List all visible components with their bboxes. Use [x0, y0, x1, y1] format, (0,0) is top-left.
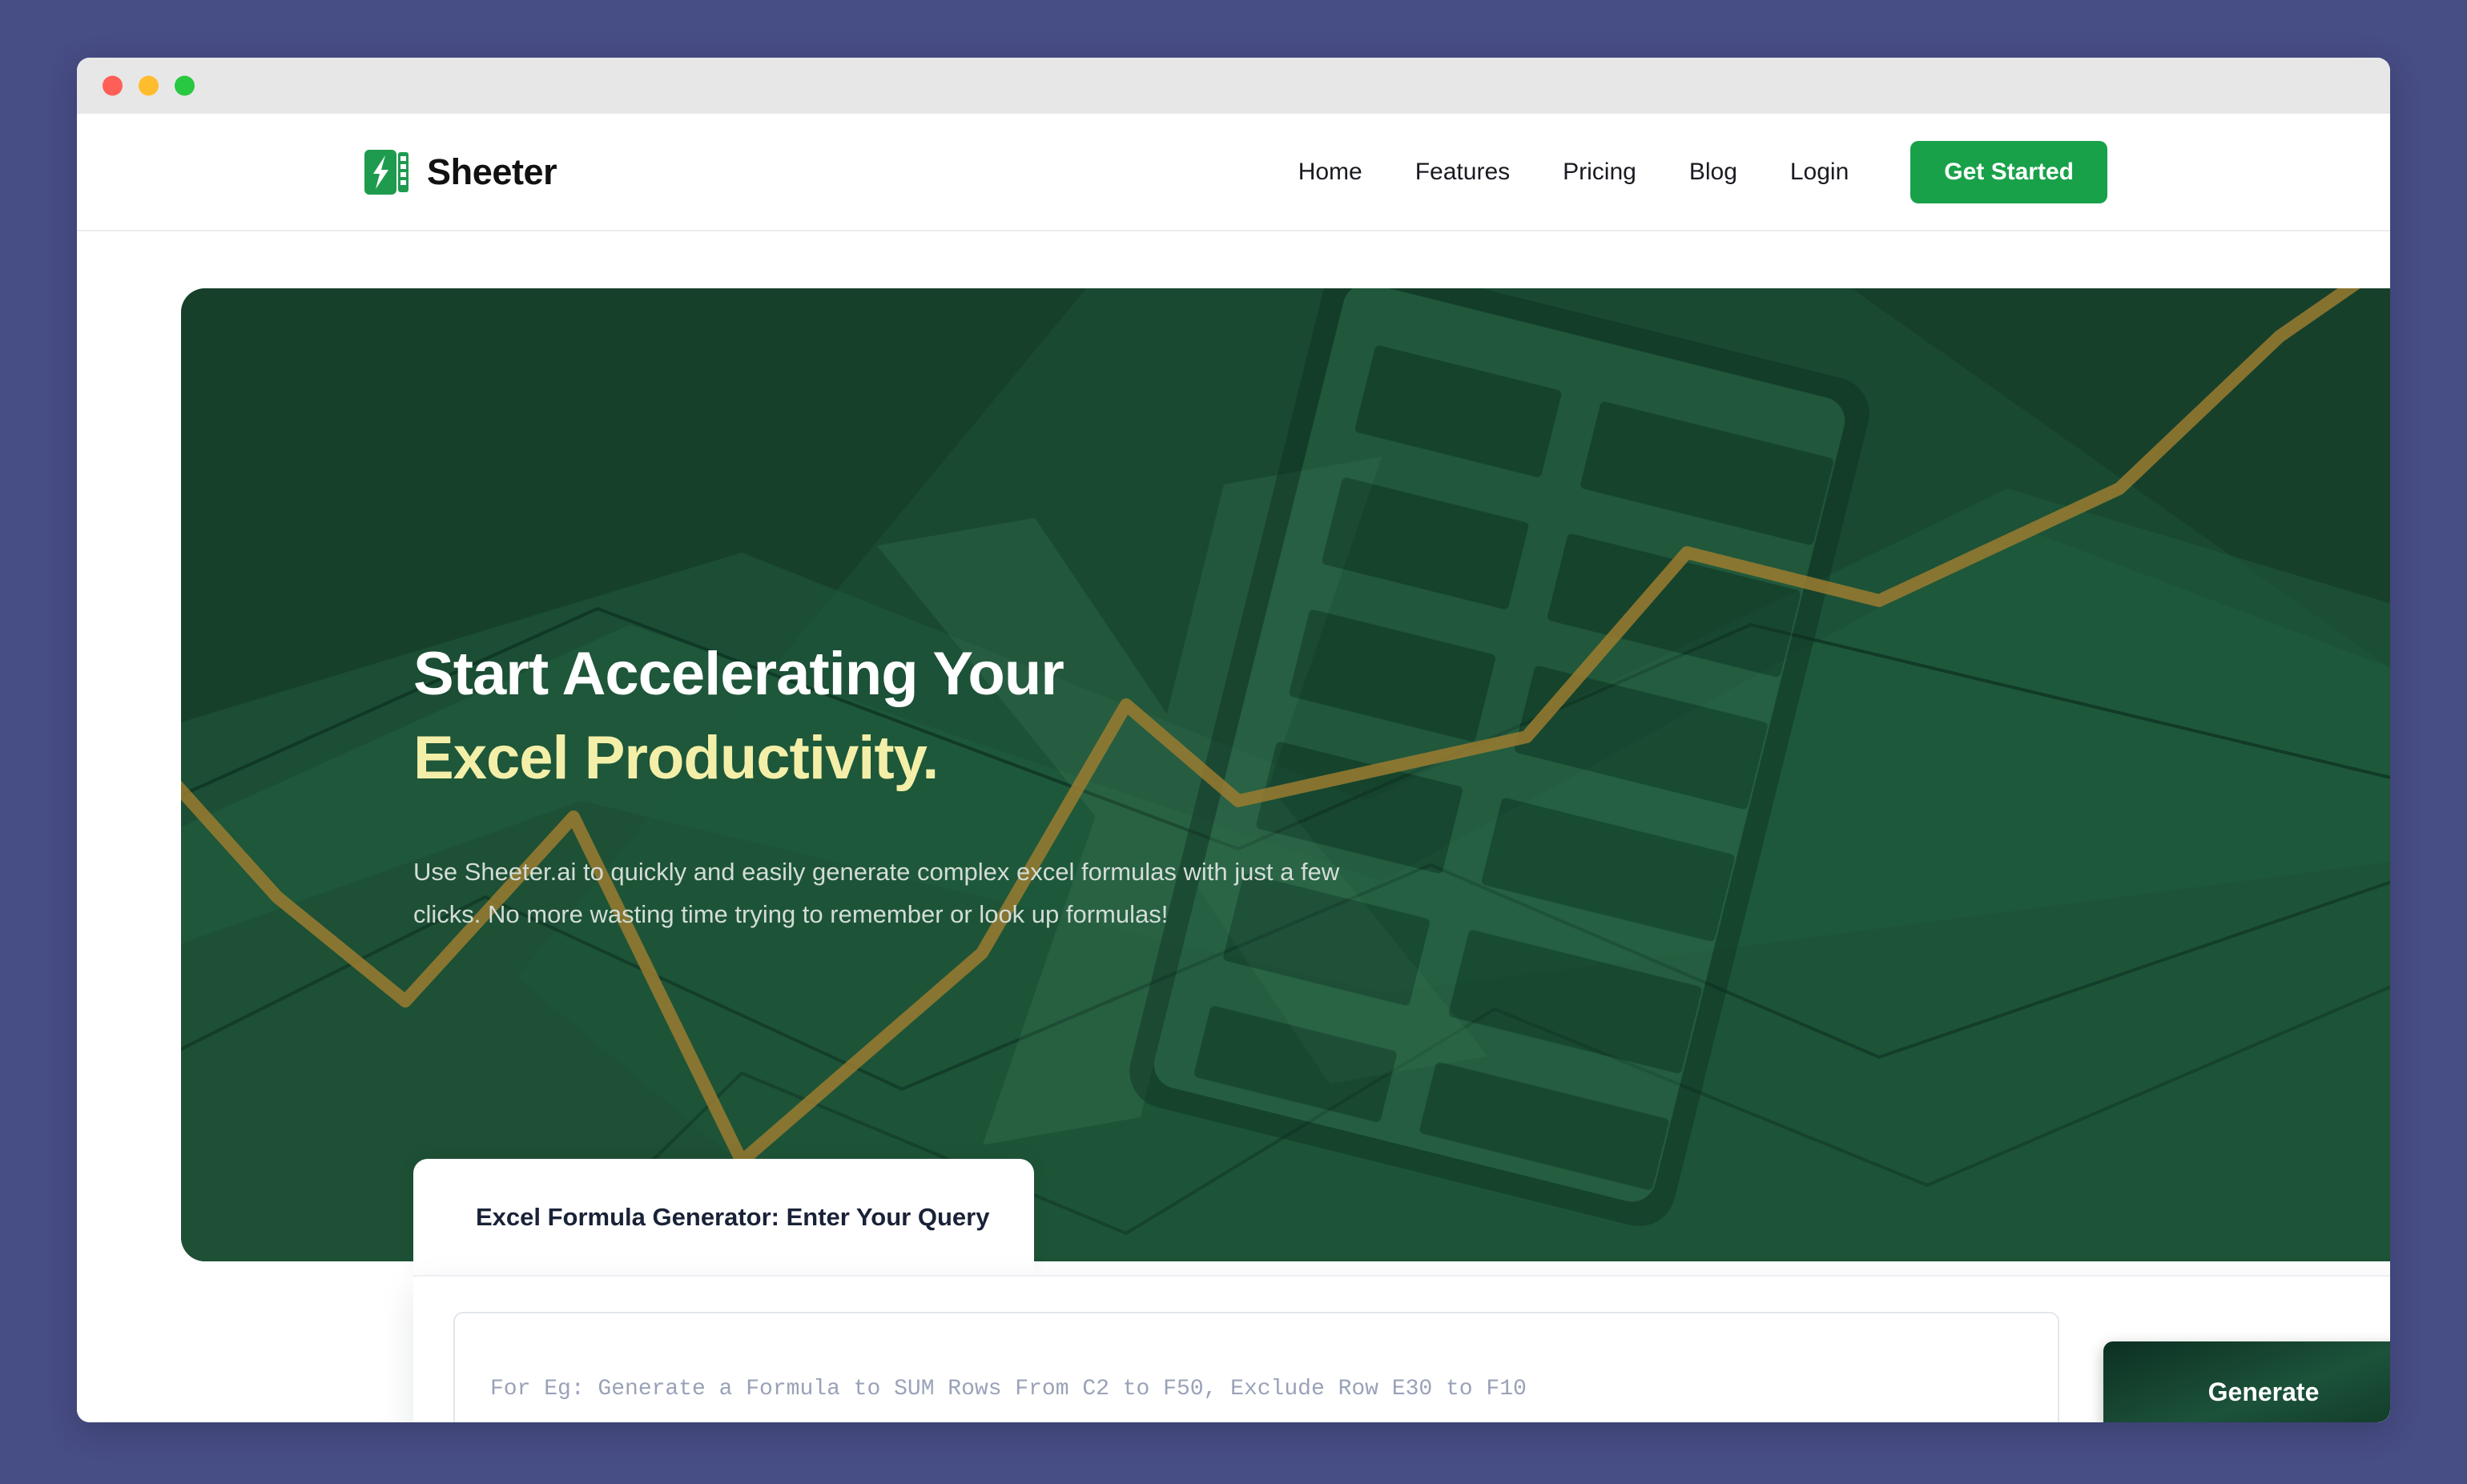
query-input[interactable] — [453, 1312, 2059, 1422]
hero-headline-line-1: Start Accelerating Your — [413, 640, 1064, 708]
nav-item-pricing[interactable]: Pricing — [1536, 159, 1663, 186]
maximize-window-button[interactable] — [175, 75, 195, 96]
brand-logo[interactable]: Sheeter — [360, 147, 557, 197]
nav-item-login[interactable]: Login — [1764, 159, 1875, 186]
sheeter-bolt-logo-icon — [364, 149, 408, 195]
hero-banner: Start Accelerating Your Excel Productivi… — [181, 288, 2390, 1261]
main-navigation: Home Features Pricing Blog Login Get Sta… — [1272, 140, 2107, 203]
hero-copy: Start Accelerating Your Excel Productivi… — [413, 633, 1455, 935]
hero-headline-line-2: Excel Productivity. — [413, 723, 939, 792]
site-header: Sheeter Home Features Pricing Blog Login… — [77, 114, 2390, 231]
traffic-light-group — [103, 75, 195, 96]
browser-titlebar — [77, 58, 2390, 114]
page-content: Sheeter Home Features Pricing Blog Login… — [77, 114, 2390, 1422]
hero-headline: Start Accelerating Your Excel Productivi… — [413, 633, 1455, 801]
formula-generator-tab[interactable]: Excel Formula Generator: Enter Your Quer… — [413, 1159, 1034, 1275]
nav-item-blog[interactable]: Blog — [1663, 159, 1764, 186]
nav-item-features[interactable]: Features — [1389, 159, 1536, 186]
minimize-window-button[interactable] — [139, 75, 159, 96]
browser-window: Sheeter Home Features Pricing Blog Login… — [77, 58, 2390, 1422]
close-window-button[interactable] — [103, 75, 123, 96]
brand-name: Sheeter — [427, 151, 557, 192]
generate-button[interactable]: Generate — [2103, 1341, 2390, 1422]
get-started-button[interactable]: Get Started — [1910, 140, 2107, 203]
nav-item-home[interactable]: Home — [1272, 159, 1389, 186]
formula-generator-tab-label: Excel Formula Generator: Enter Your Quer… — [476, 1202, 990, 1231]
formula-generator-card: Excel Formula Generator: Enter Your Quer… — [413, 1159, 2390, 1422]
formula-generator-body: Generate — [413, 1275, 2390, 1422]
hero-subcopy: Use Sheeter.ai to quickly and easily gen… — [413, 857, 1340, 929]
